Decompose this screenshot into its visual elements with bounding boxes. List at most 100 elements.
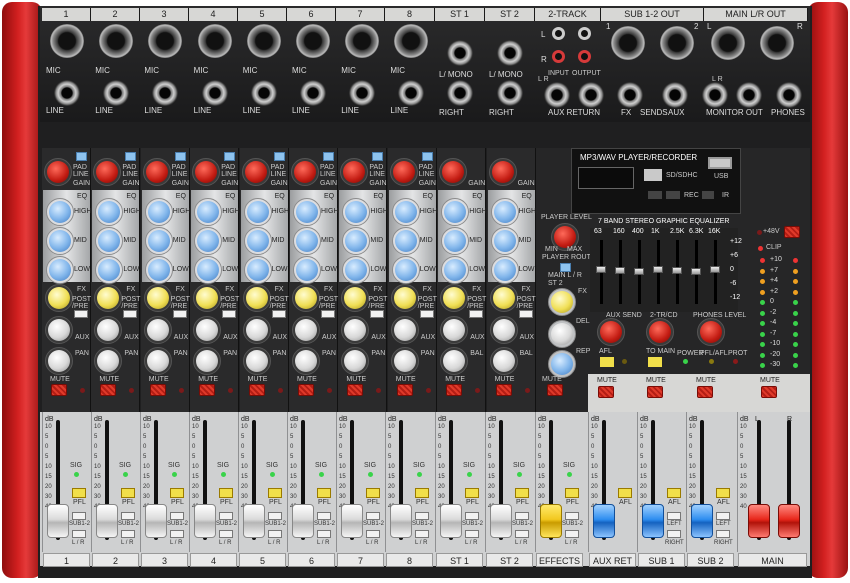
ch-1-pad-button[interactable] [76, 152, 87, 161]
ch1-line-jack[interactable] [54, 80, 80, 106]
ch7-mic-xlr[interactable] [345, 24, 380, 58]
ch-1-pan-knob[interactable] [48, 350, 70, 372]
ch-3-pad-button[interactable] [174, 152, 186, 161]
aux-send-knob[interactable] [600, 321, 622, 343]
two-track-output-l-rca[interactable] [578, 27, 591, 40]
ch-3-mute-button[interactable] [149, 384, 166, 396]
ch-st2-fx-knob[interactable] [492, 287, 515, 309]
phones-jack[interactable] [776, 82, 802, 108]
fader-st1-pfl-button[interactable] [465, 488, 479, 498]
ch-st2-eq-mid-knob[interactable] [493, 230, 516, 252]
ch-7-post-pre-switch[interactable] [370, 310, 385, 318]
sub-2-out-xlr[interactable] [660, 26, 694, 60]
st1-right-jack[interactable] [447, 80, 473, 106]
fader-effects-lr-switch[interactable] [565, 530, 579, 538]
fader-8-cap[interactable] [390, 504, 412, 538]
fader-sub2-afl-button[interactable] [716, 488, 730, 498]
fader-1-pfl-button[interactable] [72, 488, 86, 498]
ch-6-aux-knob[interactable] [295, 319, 317, 341]
ch-8-pan-knob[interactable] [393, 350, 416, 372]
player-play-button[interactable] [702, 191, 714, 199]
ch-8-aux-knob[interactable] [393, 319, 416, 341]
ch-5-eq-high-knob[interactable] [246, 201, 269, 223]
fader-4-pfl-button[interactable] [219, 488, 233, 498]
fader-8-lr-switch[interactable] [415, 530, 429, 538]
ch-5-fx-knob[interactable] [245, 287, 268, 309]
ch4-line-jack[interactable] [201, 80, 228, 106]
two-tr-knob[interactable] [649, 321, 671, 343]
geq-band-3-slider[interactable] [653, 266, 663, 273]
player-prev-button[interactable] [648, 191, 662, 199]
ch-1-eq-mid-knob[interactable] [49, 230, 71, 252]
ch-8-eq-low-knob[interactable] [394, 259, 417, 281]
geq-band-6-slider[interactable] [710, 266, 720, 273]
ch-6-pad-button[interactable] [323, 152, 334, 161]
player-level-knob[interactable] [554, 226, 576, 248]
fader-8-pfl-button[interactable] [415, 488, 429, 498]
sub1-mute-button[interactable] [647, 386, 663, 398]
aux-return-r-jack[interactable] [578, 82, 604, 108]
geq-band-2-slider[interactable] [634, 268, 644, 275]
player-route-button[interactable] [560, 263, 571, 272]
ch-4-pad-button[interactable] [224, 152, 236, 161]
fader-5-cap[interactable] [243, 504, 265, 538]
ch-5-pad-button[interactable] [273, 152, 285, 161]
effects-fx-knob[interactable] [551, 291, 573, 313]
fader-2-lr-switch[interactable] [121, 530, 135, 538]
geq-band-1-slider[interactable] [615, 267, 625, 274]
ch-5-aux-knob[interactable] [245, 319, 268, 341]
fader-sub2-left-switch[interactable] [716, 512, 730, 520]
fader-effects-cap[interactable] [540, 504, 562, 538]
ch2-line-jack[interactable] [103, 80, 130, 106]
phones-level-knob[interactable] [700, 321, 722, 343]
player-next-button[interactable] [666, 191, 680, 199]
ch-5-pan-knob[interactable] [245, 350, 268, 372]
ch-3-eq-mid-knob[interactable] [147, 230, 170, 252]
fader-4-cap[interactable] [194, 504, 216, 538]
fader-6-pfl-button[interactable] [317, 488, 331, 498]
fader-7-pfl-button[interactable] [366, 488, 380, 498]
ch-3-gain-knob[interactable] [145, 161, 168, 183]
ch-1-fx-knob[interactable] [48, 287, 70, 309]
ch-st2-pan-knob[interactable] [492, 350, 515, 372]
fader-4-sub12-switch[interactable] [219, 512, 233, 520]
monitor-out-l-jack[interactable] [702, 82, 728, 108]
ch-5-post-pre-switch[interactable] [271, 310, 286, 318]
fader-7-lr-switch[interactable] [366, 530, 380, 538]
fader-main-r-cap[interactable] [778, 504, 800, 538]
effects-delay-knob[interactable] [551, 323, 573, 345]
ch-st2-mute-button[interactable] [495, 384, 512, 396]
ch-6-mute-button[interactable] [298, 384, 314, 396]
ch-7-mute-button[interactable] [347, 384, 364, 396]
effects-mute-button[interactable] [547, 384, 563, 396]
to-main-button[interactable] [648, 357, 662, 367]
fader-2-cap[interactable] [96, 504, 118, 538]
geq-band-5-slider[interactable] [691, 268, 701, 275]
ch-st2-eq-high-knob[interactable] [493, 201, 516, 223]
ch-6-post-pre-switch[interactable] [321, 310, 335, 318]
ch6-mic-xlr[interactable] [296, 24, 330, 58]
ch-6-pan-knob[interactable] [295, 350, 317, 372]
fader-st1-cap[interactable] [440, 504, 462, 538]
fader-aux-ret-cap[interactable] [593, 504, 615, 538]
ch-3-pan-knob[interactable] [146, 350, 169, 372]
ch4-mic-xlr[interactable] [197, 24, 232, 58]
ch-8-gain-knob[interactable] [392, 161, 415, 183]
ch-8-eq-mid-knob[interactable] [394, 230, 417, 252]
ch-1-eq-high-knob[interactable] [49, 201, 71, 223]
st2-right-jack[interactable] [497, 80, 523, 106]
ch-8-post-pre-switch[interactable] [419, 310, 434, 318]
fader-sub1-right-switch[interactable] [667, 530, 681, 538]
fader-sub1-afl-button[interactable] [667, 488, 681, 498]
sd-card-slot[interactable] [644, 169, 662, 181]
sub-1-out-xlr[interactable] [611, 26, 645, 60]
fader-st1-sub12-switch[interactable] [465, 512, 479, 520]
fader-effects-pfl-button[interactable] [565, 488, 579, 498]
fader-st2-cap[interactable] [490, 504, 512, 538]
two-track-input-l-rca[interactable] [552, 27, 565, 40]
fader-6-lr-switch[interactable] [317, 530, 331, 538]
ch-st2-aux-knob[interactable] [492, 319, 515, 341]
ch-3-fx-knob[interactable] [146, 287, 169, 309]
ch-3-eq-high-knob[interactable] [147, 201, 170, 223]
fader-1-cap[interactable] [47, 504, 69, 538]
